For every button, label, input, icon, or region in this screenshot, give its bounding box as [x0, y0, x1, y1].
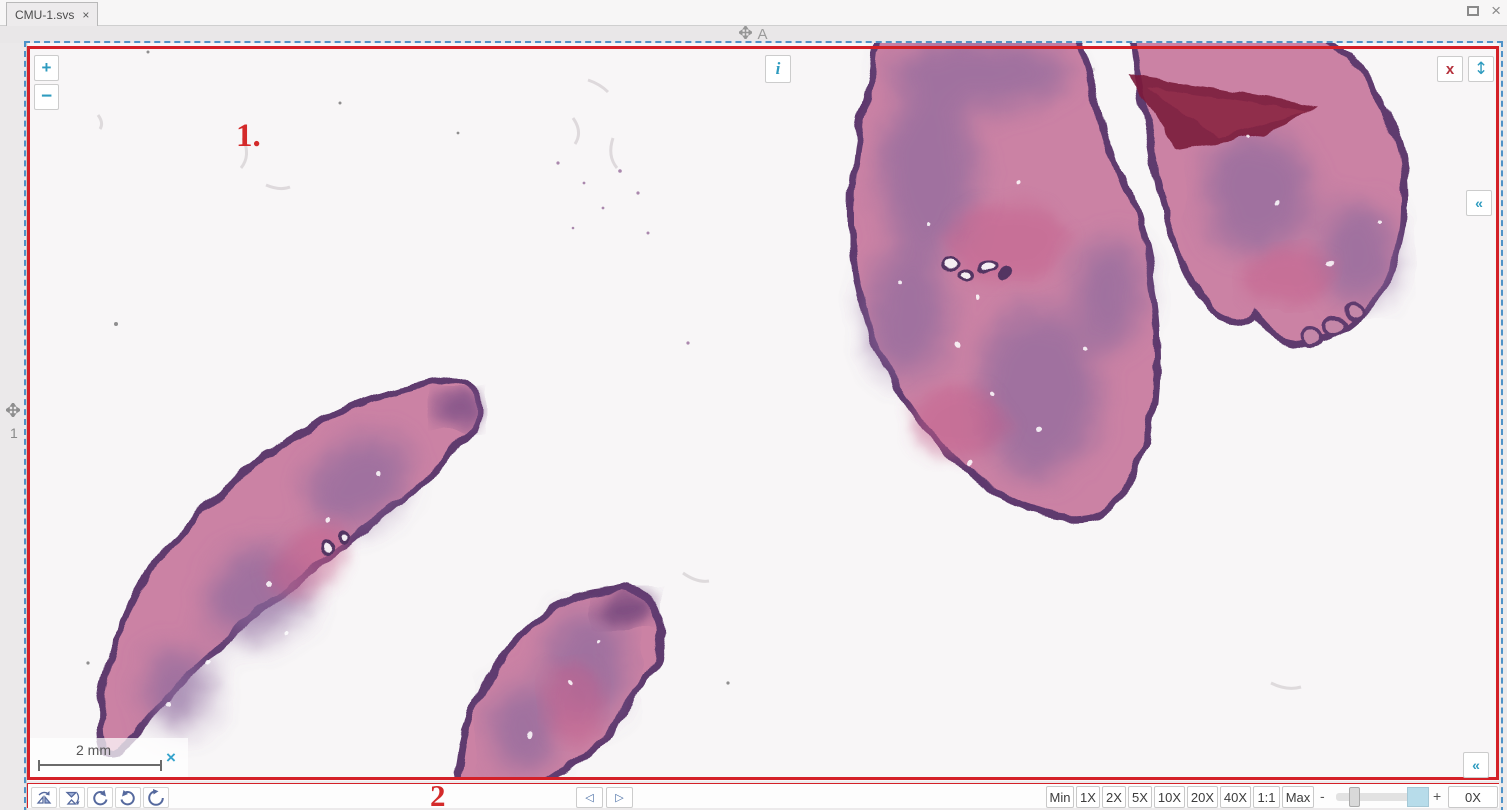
scale-bar-label: 2 mm	[76, 742, 111, 758]
row-label: 1	[10, 425, 18, 441]
fit-height-button[interactable]: ↕	[1468, 56, 1494, 82]
zoom-slider-highlight[interactable]	[1407, 787, 1429, 807]
viewport-label: A	[757, 26, 767, 43]
zoom-preset-1x[interactable]: 1X	[1076, 786, 1100, 808]
tab-title: CMU-1.svs	[15, 8, 74, 22]
flip-horizontal-icon	[35, 790, 53, 806]
previous-slide-button[interactable]: ◁	[576, 787, 603, 808]
tab-close-icon[interactable]: ×	[82, 8, 89, 22]
window-close-icon[interactable]: ×	[1491, 4, 1501, 18]
info-button[interactable]: i	[765, 55, 791, 83]
tab-cmu-1-svs[interactable]: CMU-1.svs ×	[6, 2, 98, 26]
rotate-left-icon	[91, 789, 109, 807]
zoom-in-button[interactable]: +	[34, 55, 59, 81]
rotate-left-button[interactable]	[87, 787, 113, 808]
zoom-preset-max[interactable]: Max	[1282, 786, 1314, 808]
zoom-preset-2x[interactable]: 2X	[1102, 786, 1126, 808]
rotate-right-button[interactable]	[115, 787, 141, 808]
row-handle-strip[interactable]: 1	[0, 43, 27, 810]
scale-bar-close-icon[interactable]: ×	[166, 748, 176, 768]
slide-canvas[interactable]	[28, 43, 1499, 781]
zoom-slider-minus[interactable]: -	[1320, 788, 1325, 804]
next-slide-button[interactable]: ▷	[606, 787, 633, 808]
viewport-title-bar[interactable]: A	[0, 26, 1507, 43]
zoom-preset-5x[interactable]: 5X	[1128, 786, 1152, 808]
viewer-toolbar: ◁ ▷ Min 1X 2X 5X 10X 20X 40X 1:1 Max - +…	[28, 784, 1499, 808]
zoom-preset-1-1[interactable]: 1:1	[1253, 786, 1280, 808]
tab-bar: CMU-1.svs × ×	[0, 0, 1507, 26]
close-viewport-button[interactable]: x	[1437, 56, 1463, 82]
zoom-slider-thumb[interactable]	[1349, 787, 1360, 807]
zoom-out-button[interactable]: −	[34, 84, 59, 110]
zoom-preset-min[interactable]: Min	[1046, 786, 1074, 808]
zoom-preset-40x[interactable]: 40X	[1220, 786, 1251, 808]
reset-rotation-icon	[147, 789, 165, 807]
collapse-panel-bottom-button[interactable]: «	[1463, 752, 1489, 778]
scale-bar-line	[38, 760, 162, 771]
scale-bar: 2 mm ×	[30, 738, 188, 778]
flip-vertical-button[interactable]	[59, 787, 85, 808]
rotate-right-icon	[119, 789, 137, 807]
slide-image	[28, 43, 1455, 780]
zoom-slider-plus[interactable]: +	[1433, 788, 1441, 804]
zoom-preset-20x[interactable]: 20X	[1187, 786, 1218, 808]
window-controls: ×	[1467, 4, 1501, 18]
zoom-preset-10x[interactable]: 10X	[1154, 786, 1185, 808]
maximize-icon[interactable]	[1467, 6, 1479, 16]
flip-horizontal-button[interactable]	[31, 787, 57, 808]
reset-rotation-button[interactable]	[143, 787, 169, 808]
move-icon	[739, 26, 752, 44]
collapse-panel-top-button[interactable]: «	[1466, 190, 1492, 216]
move-icon	[6, 403, 20, 422]
current-zoom-display: 0X	[1448, 786, 1498, 808]
flip-vertical-icon	[63, 790, 81, 806]
